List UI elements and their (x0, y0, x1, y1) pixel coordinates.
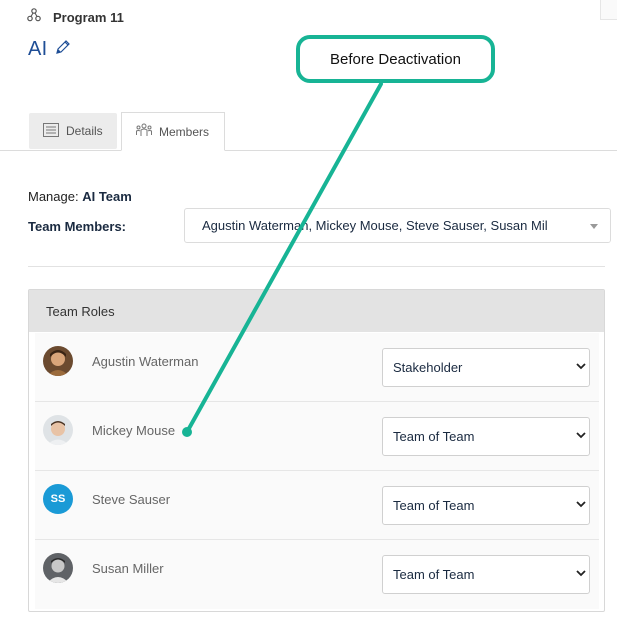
role-select[interactable]: Stakeholder (382, 348, 590, 387)
breadcrumb: Program 11 (27, 7, 124, 27)
manage-row: Manage: AI Team (28, 189, 132, 204)
role-row: Susan Miller Team of Team (35, 540, 599, 609)
title-row: AI (28, 38, 72, 61)
avatar (43, 415, 73, 445)
role-select[interactable]: Team of Team (382, 417, 590, 456)
avatar: SS (43, 484, 73, 514)
annotation-text: Before Deactivation (330, 50, 461, 68)
manage-team-name: AI Team (82, 189, 132, 204)
document-icon (43, 122, 59, 140)
window-edge (600, 0, 617, 20)
role-row: SS Steve Sauser Team of Team (35, 471, 599, 540)
program-name[interactable]: Program 11 (53, 10, 124, 25)
tab-members[interactable]: Members (121, 112, 225, 151)
team-members-label: Team Members: (28, 219, 127, 234)
member-name: Mickey Mouse (92, 423, 176, 438)
tab-details[interactable]: Details (29, 113, 117, 149)
caret-down-icon (590, 224, 598, 229)
tab-members-label: Members (159, 124, 210, 139)
team-members-value: Agustin Waterman, Mickey Mouse, Steve Sa… (202, 218, 548, 233)
avatar (43, 553, 73, 583)
divider (28, 266, 605, 267)
tab-details-label: Details (66, 124, 103, 138)
program-icon (27, 7, 41, 27)
team-members-select[interactable]: Agustin Waterman, Mickey Mouse, Steve Sa… (184, 208, 611, 243)
tab-bar: Details Members (0, 112, 617, 151)
annotation-callout: Before Deactivation (296, 35, 495, 83)
team-roles-header: Team Roles (29, 290, 604, 332)
member-name: Susan Miller (92, 561, 164, 576)
role-select[interactable]: Team of Team (382, 555, 590, 594)
member-name: Agustin Waterman (92, 354, 199, 369)
member-name: Steve Sauser (92, 492, 171, 507)
page-title: AI (28, 38, 48, 60)
people-icon (136, 123, 152, 140)
team-roles-panel: Team Roles Agustin Waterman Stakeholder (28, 289, 605, 612)
role-select[interactable]: Team of Team (382, 486, 590, 525)
role-row: Mickey Mouse Team of Team (35, 402, 599, 471)
manage-prefix: Manage: (28, 189, 79, 204)
pencil-icon[interactable] (54, 38, 72, 61)
avatar (43, 346, 73, 376)
role-row: Agustin Waterman Stakeholder (35, 333, 599, 402)
